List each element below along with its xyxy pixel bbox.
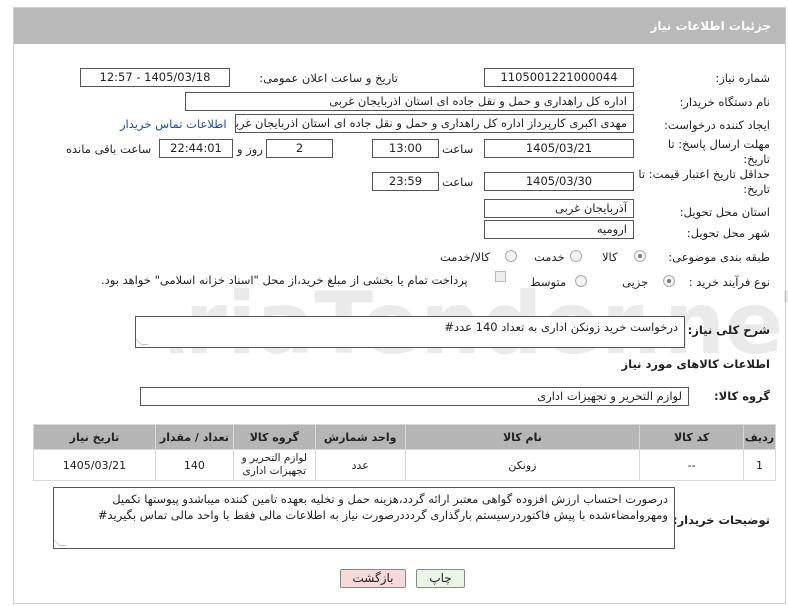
days-field: 2 — [266, 139, 333, 158]
cell-name: زونکن — [404, 449, 641, 481]
cell-unit: عدد — [314, 449, 406, 481]
panel-header: جزئیات اطلاعات نیاز — [14, 8, 785, 44]
price-date-field: 1405/03/30 — [484, 172, 634, 191]
city-label: شهر محل تحویل: — [686, 226, 770, 240]
need-number-field: 1105001221000044 — [484, 68, 634, 87]
requester-label: ایجاد کننده درخواست: — [664, 118, 770, 132]
buyer-notes-label: توضیحات خریدار: — [672, 513, 770, 527]
reply-deadline-label: مهلت ارسال پاسخ: تا تاریخ: — [667, 137, 770, 166]
category-option-goods: کالا — [602, 250, 618, 264]
col-header-unit: واحد شمارش — [314, 424, 406, 450]
buyer-notes-line-1: درصورت احتساب ارزش افزوده گواهی معتبر ار… — [112, 492, 668, 506]
goods-group-label: گروه کالا: — [714, 389, 770, 403]
process-option-minor: جزیی — [622, 275, 649, 289]
announce-field: 1405/03/18 - 12:57 — [80, 68, 230, 87]
table-row: 1 -- زونکن عدد لوازم التحریر و تجهیزات ا… — [33, 449, 776, 481]
cell-need-date: 1405/03/21 — [33, 449, 156, 481]
col-header-need-date: تاریخ نیاز — [33, 424, 156, 450]
category-radio-service[interactable] — [570, 250, 582, 262]
process-label: نوع فرآیند خرید : — [688, 275, 770, 289]
city-field: ارومیه — [484, 220, 634, 239]
remaining-time-field: 22:44:01 — [159, 139, 233, 158]
description-text: درخواست خرید زونکن اداری به تعداد 140 عد… — [444, 320, 678, 334]
cell-row-number: 1 — [743, 449, 776, 481]
table-header-row: ردیف کد کالا نام کالا واحد شمارش گروه کا… — [33, 424, 776, 450]
resize-grip-icon[interactable] — [54, 539, 67, 546]
back-button[interactable]: بازگشت — [340, 569, 406, 588]
category-label: طبقه بندی موضوعی: — [668, 250, 770, 264]
category-radio-goods[interactable] — [634, 250, 646, 262]
col-header-code: کد کالا — [639, 424, 745, 450]
requester-field: مهدی اکبری کارپرداز اداره کل راهداری و ح… — [235, 114, 634, 133]
price-validity-label: حداقل تاریخ اعتبار قیمت: تا تاریخ: — [638, 167, 770, 196]
process-radio-medium[interactable] — [575, 275, 587, 287]
category-option-goods-service: کالا/خدمت — [440, 250, 491, 264]
process-option-medium: متوسط — [530, 275, 567, 289]
announce-label: تاریخ و ساعت اعلان عمومی: — [259, 71, 398, 85]
col-header-name: نام کالا — [404, 424, 641, 450]
print-button[interactable]: چاپ — [416, 569, 465, 588]
description-textarea[interactable]: درخواست خرید زونکن اداری به تعداد 140 عد… — [135, 316, 685, 348]
buyer-contact-link[interactable]: اطلاعات تماس خریدار — [120, 117, 227, 131]
buyer-notes-textarea[interactable]: درصورت احتساب ارزش افزوده گواهی معتبر ار… — [53, 487, 675, 549]
goods-section-title: اطلاعات کالاهای مورد نیاز — [621, 357, 770, 371]
goods-table: ردیف کد کالا نام کالا واحد شمارش گروه کا… — [33, 424, 776, 481]
category-option-service: خدمت — [534, 250, 565, 264]
reply-date-field: 1405/03/21 — [484, 139, 634, 158]
resize-grip-icon[interactable] — [136, 338, 149, 345]
cell-group: لوازم التحریر و تجهیزات اداری — [232, 449, 316, 481]
price-time-label: ساعت — [442, 175, 474, 189]
goods-group-field: لوازم التحریر و تجهیزات اداری — [140, 387, 689, 406]
col-header-group: گروه کالا — [232, 424, 316, 450]
province-field: آذربایجان غربی — [484, 199, 634, 218]
process-radio-minor[interactable] — [663, 275, 675, 287]
cell-quantity: 140 — [154, 449, 234, 481]
buyer-org-field: اداره کل راهداری و حمل و نقل جاده ای است… — [185, 92, 634, 111]
buyer-notes-line-2: ومهروامضاءشده با پیش فاکتوردرسیستم بارگذ… — [97, 508, 668, 522]
col-header-row-number: ردیف — [743, 424, 776, 450]
reply-time-label: ساعت — [442, 142, 474, 156]
description-label: شرح کلی نیاز: — [687, 323, 770, 337]
col-header-quantity: تعداد / مقدار — [154, 424, 234, 450]
need-number-label: شماره نیاز: — [715, 71, 770, 85]
cell-code: -- — [639, 449, 745, 481]
buyer-org-label: نام دستگاه خریدار: — [679, 95, 770, 109]
price-time-field: 23:59 — [372, 172, 439, 191]
days-label: روز و — [237, 142, 263, 156]
treasury-checkbox[interactable] — [495, 271, 506, 282]
category-radio-goods-service[interactable] — [505, 250, 517, 262]
reply-time-field: 13:00 — [372, 139, 439, 158]
province-label: استان محل تحویل: — [679, 205, 770, 219]
panel-title: جزئیات اطلاعات نیاز — [650, 19, 771, 33]
remaining-label: ساعت باقی مانده — [66, 142, 152, 156]
payment-note: پرداخت تمام یا بخشی از مبلغ خرید،از محل … — [101, 273, 468, 287]
